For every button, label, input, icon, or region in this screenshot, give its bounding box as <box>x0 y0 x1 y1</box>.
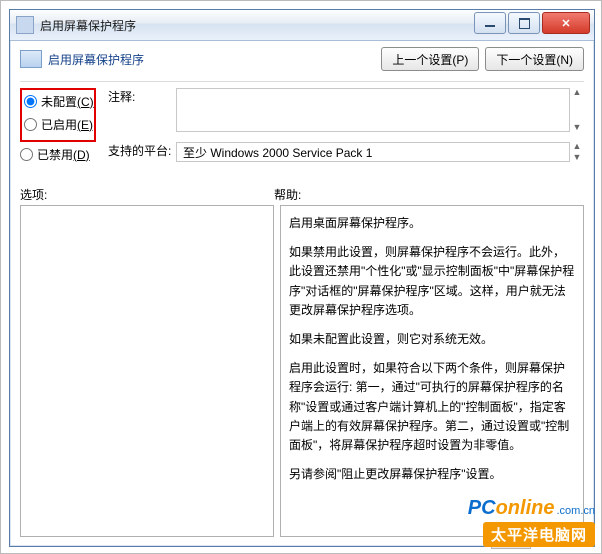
help-text: 如果禁用此设置，则屏幕保护程序不会运行。此外，此设置还禁用"个性化"或"显示控制… <box>289 243 575 320</box>
radio-disabled-input[interactable] <box>20 148 33 161</box>
maximize-button[interactable] <box>508 12 540 34</box>
up-caret-icon: ▲ <box>573 142 582 151</box>
page-title: 启用屏幕保护程序 <box>48 51 144 68</box>
down-caret-icon: ▼ <box>573 153 582 162</box>
options-label: 选项: <box>20 186 274 203</box>
radio-label: 已禁用 <box>37 146 73 163</box>
dialog-button[interactable] <box>491 531 531 549</box>
platform-label: 支持的平台: <box>108 142 176 159</box>
help-text: 另请参阅"阻止更改屏幕保护程序"设置。 <box>289 465 575 484</box>
close-button[interactable] <box>542 12 590 34</box>
window-title: 启用屏幕保护程序 <box>40 17 136 34</box>
radio-label: 已启用 <box>41 116 77 133</box>
radio-not-configured-input[interactable] <box>24 95 37 108</box>
help-pane[interactable]: 启用桌面屏幕保护程序。 如果禁用此设置，则屏幕保护程序不会运行。此外，此设置还禁… <box>280 205 584 537</box>
next-setting-button[interactable]: 下一个设置(N) <box>485 47 584 71</box>
comment-label: 注释: <box>108 88 176 105</box>
options-pane[interactable] <box>20 205 274 537</box>
comment-scroll[interactable]: ▲▼ <box>570 88 584 132</box>
radio-enabled[interactable]: 已启用(E) <box>24 116 92 133</box>
help-text: 如果未配置此设置，则它对系统无效。 <box>289 330 575 349</box>
radio-not-configured[interactable]: 未配置(C) <box>24 93 92 110</box>
app-icon <box>16 16 34 34</box>
up-caret-icon: ▲ <box>573 88 582 97</box>
prev-setting-button[interactable]: 上一个设置(P) <box>381 47 479 71</box>
policy-icon <box>20 50 42 68</box>
platform-scroll[interactable]: ▲▼ <box>570 142 584 162</box>
dialog-window: 启用屏幕保护程序 启用屏幕保护程序 上一个设置(P) 下一个设置(N) <box>9 9 595 547</box>
minimize-button[interactable] <box>474 12 506 34</box>
dialog-button-strip <box>491 531 531 549</box>
platform-field: 至少 Windows 2000 Service Pack 1 <box>176 142 570 162</box>
radio-label: 未配置 <box>41 93 77 110</box>
titlebar[interactable]: 启用屏幕保护程序 <box>10 10 594 41</box>
comment-field[interactable] <box>176 88 570 132</box>
highlight-box: 未配置(C) 已启用(E) <box>20 88 96 142</box>
down-caret-icon: ▼ <box>573 123 582 132</box>
help-text: 启用桌面屏幕保护程序。 <box>289 214 575 233</box>
help-text: 启用此设置时，如果符合以下两个条件，则屏幕保护程序会运行: 第一，通过"可执行的… <box>289 359 575 455</box>
radio-disabled[interactable]: 已禁用(D) <box>20 146 108 163</box>
separator <box>20 81 584 82</box>
help-label: 帮助: <box>274 186 301 203</box>
radio-enabled-input[interactable] <box>24 118 37 131</box>
